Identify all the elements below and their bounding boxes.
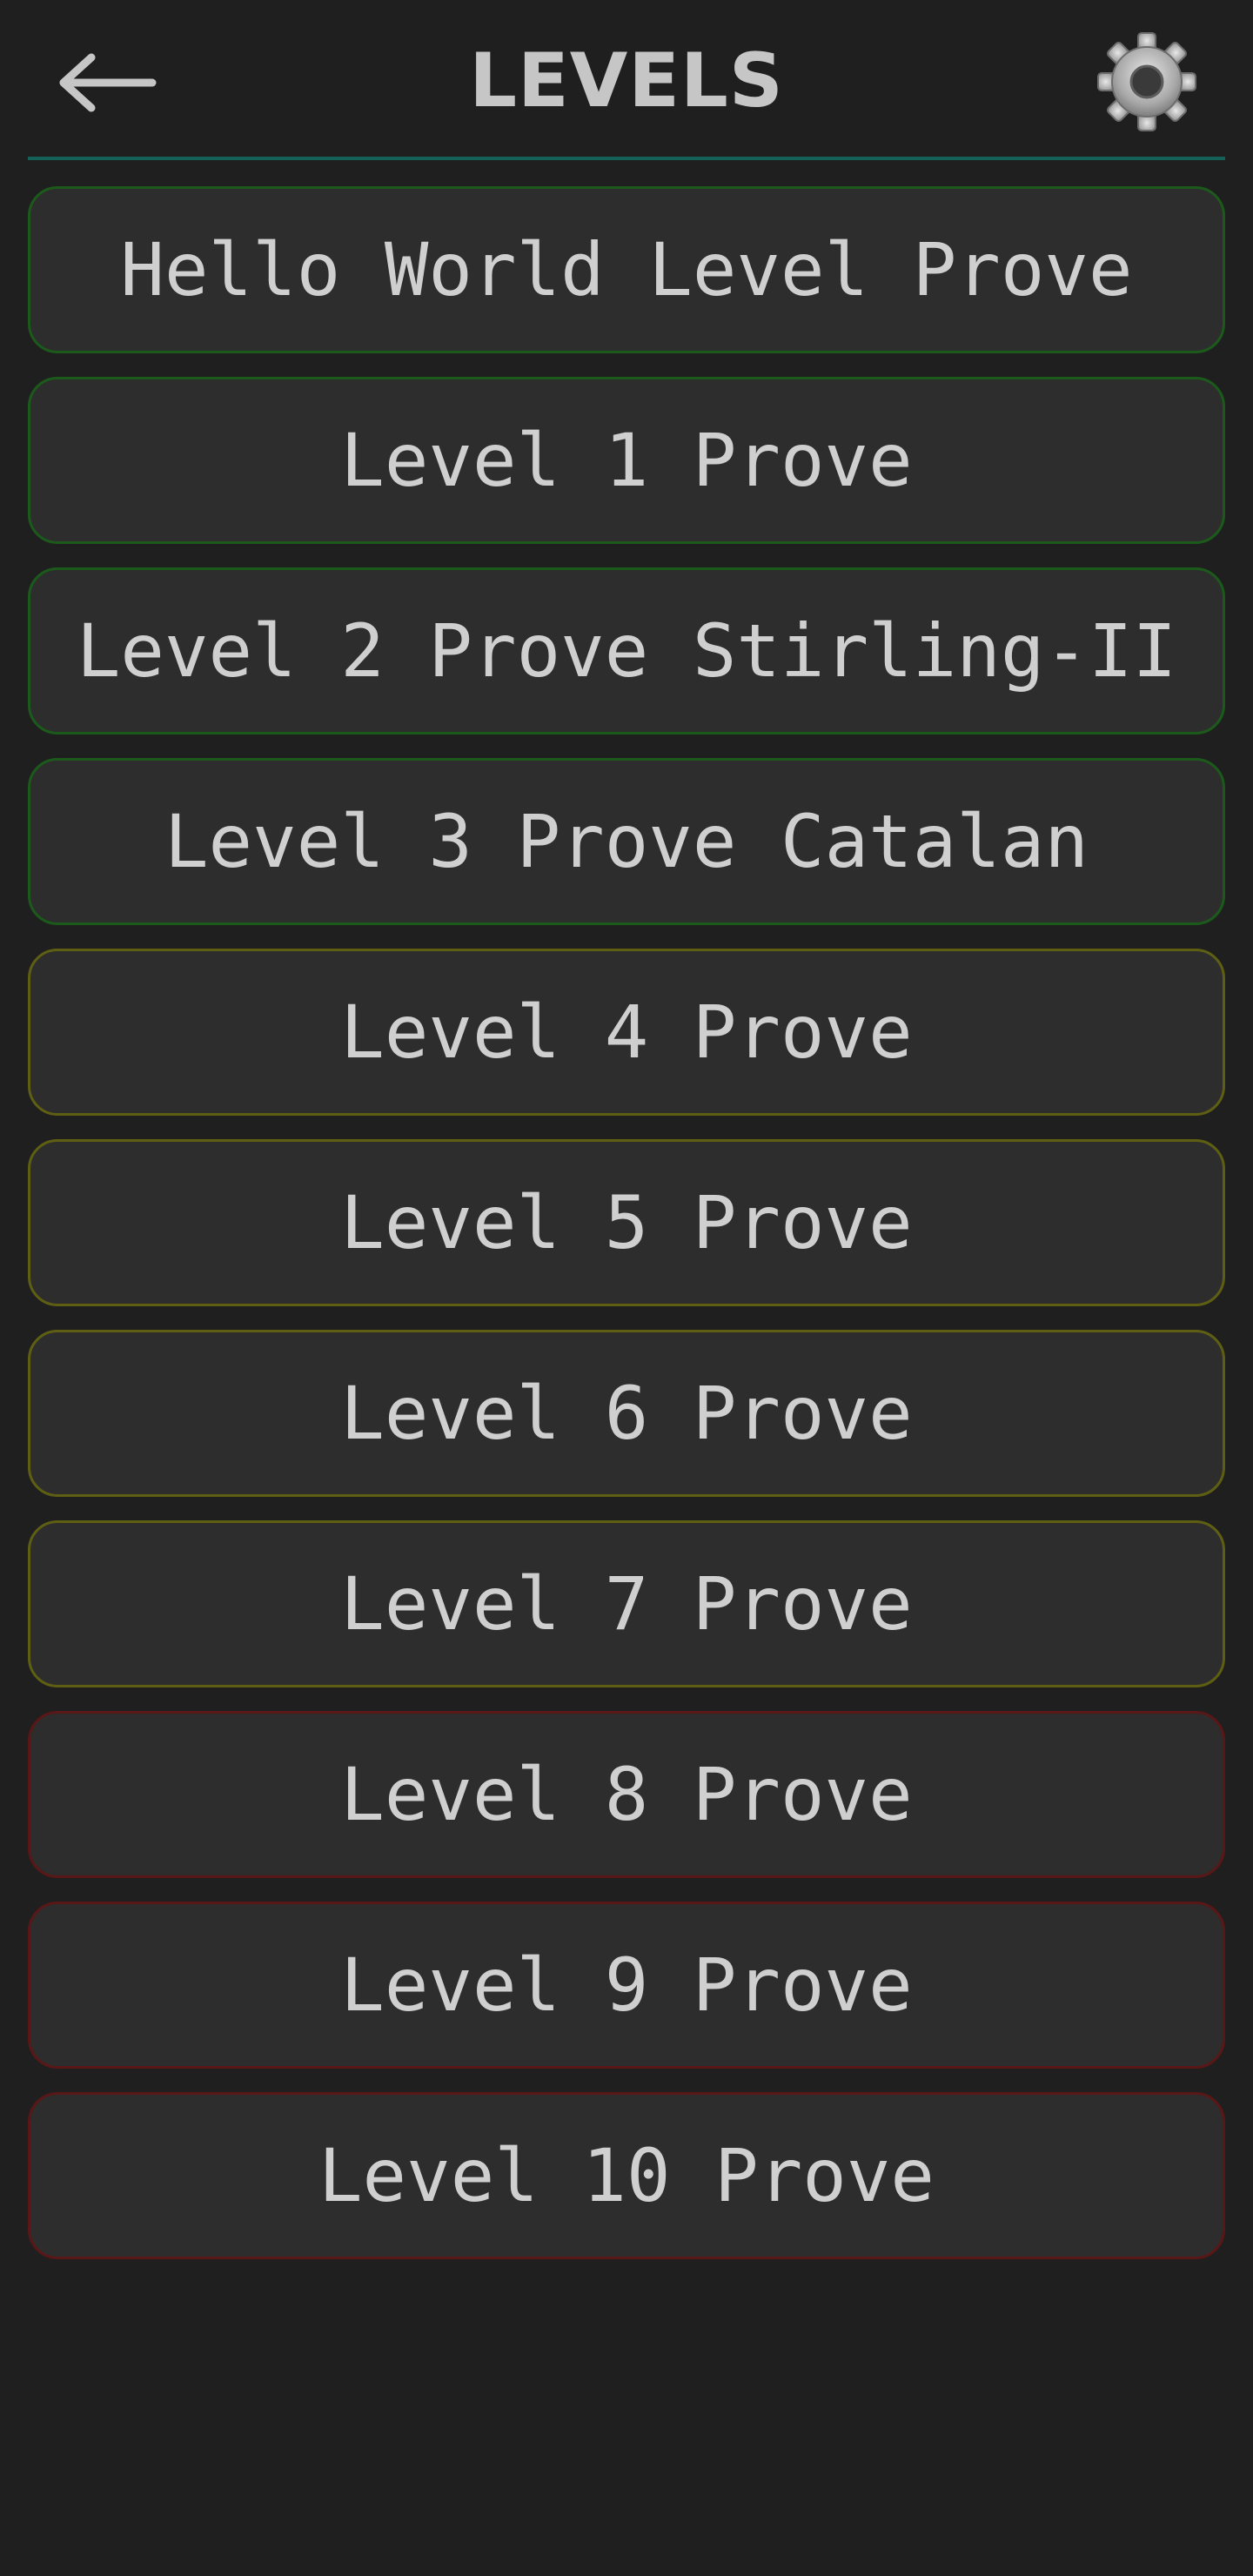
level-button-3[interactable]: Level 3 Prove Catalan xyxy=(28,758,1225,925)
level-label: Level 1 Prove xyxy=(340,418,913,503)
level-label: Level 9 Prove xyxy=(340,1942,913,2028)
level-label: Level 4 Prove xyxy=(340,989,913,1075)
level-button-2[interactable]: Level 2 Prove Stirling-II xyxy=(28,567,1225,735)
level-button-10[interactable]: Level 10 Prove xyxy=(28,2092,1225,2259)
level-button-8[interactable]: Level 8 Prove xyxy=(28,1711,1225,1878)
page-title: LEVELS xyxy=(469,37,784,124)
gear-icon xyxy=(1097,32,1196,131)
header-bar: LEVELS xyxy=(0,0,1253,160)
header-divider xyxy=(28,157,1225,160)
level-label: Level 6 Prove xyxy=(340,1371,913,1456)
level-button-7[interactable]: Level 7 Prove xyxy=(28,1520,1225,1687)
level-button-6[interactable]: Level 6 Prove xyxy=(28,1330,1225,1497)
level-button-9[interactable]: Level 9 Prove xyxy=(28,1902,1225,2069)
level-label: Level 3 Prove Catalan xyxy=(164,799,1089,884)
level-list: Hello World Level Prove Level 1 Prove Le… xyxy=(28,186,1225,2283)
level-label: Level 7 Prove xyxy=(340,1561,913,1647)
level-label: Hello World Level Prove xyxy=(120,227,1133,312)
level-label: Level 8 Prove xyxy=(340,1752,913,1837)
level-button-5[interactable]: Level 5 Prove xyxy=(28,1139,1225,1306)
level-button-4[interactable]: Level 4 Prove xyxy=(28,949,1225,1116)
level-label: Level 10 Prove xyxy=(318,2133,935,2218)
settings-button[interactable] xyxy=(1088,23,1206,141)
level-label: Level 5 Prove xyxy=(340,1180,913,1265)
level-label: Level 2 Prove Stirling-II xyxy=(76,608,1177,694)
level-button-1[interactable]: Level 1 Prove xyxy=(28,377,1225,544)
level-button-hello-world[interactable]: Hello World Level Prove xyxy=(28,186,1225,353)
